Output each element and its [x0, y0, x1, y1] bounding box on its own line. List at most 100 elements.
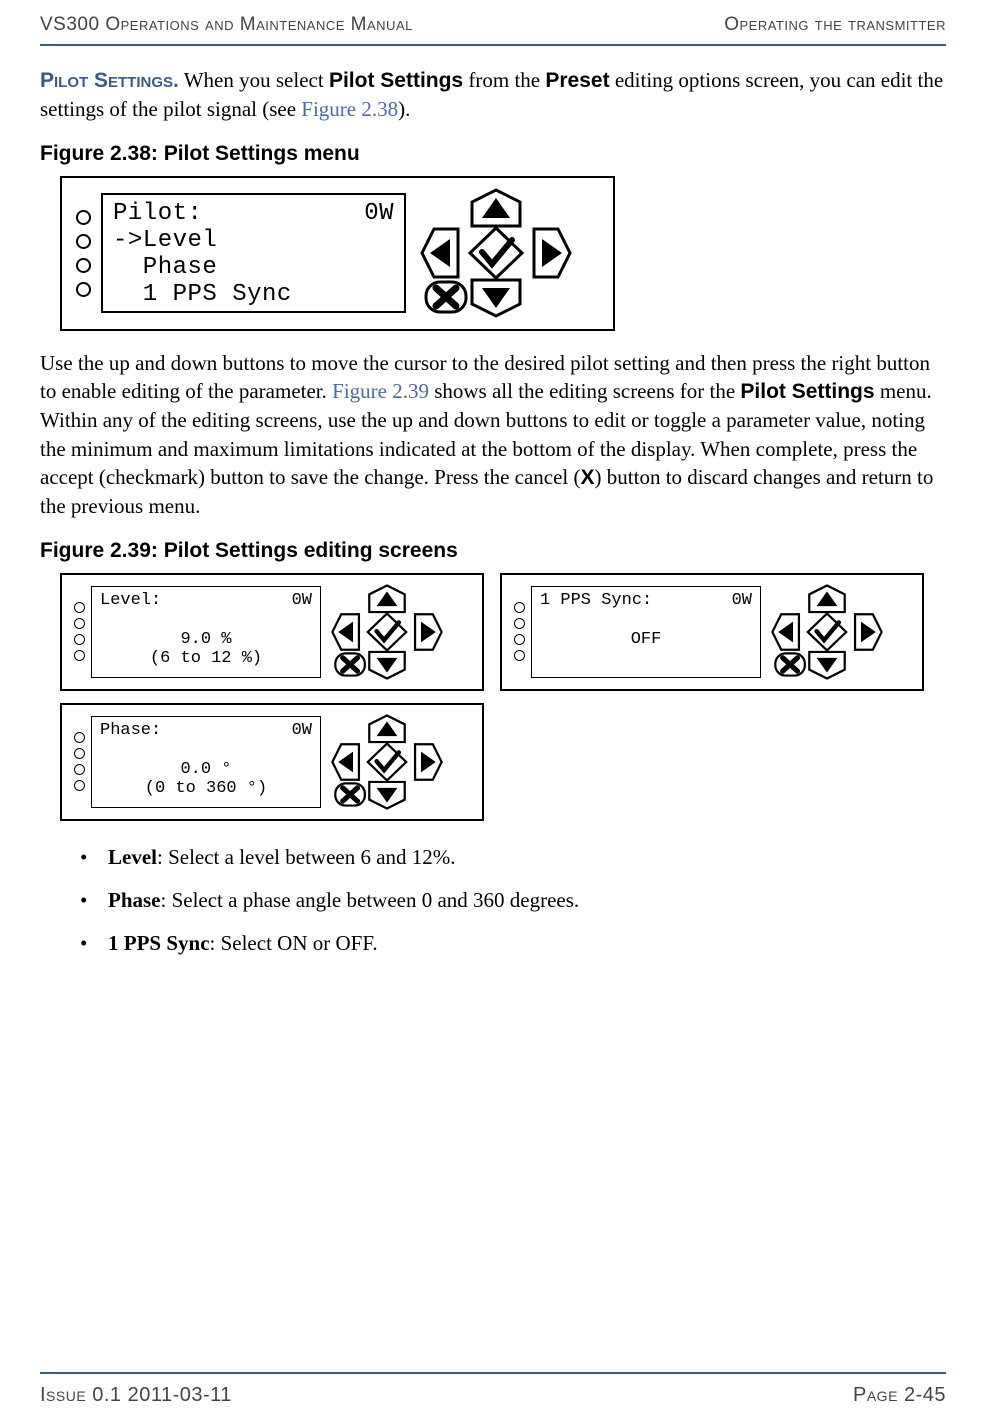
- led-icon: [514, 634, 525, 645]
- up-button[interactable]: [472, 190, 520, 226]
- down-button[interactable]: [369, 652, 404, 679]
- text: ).: [398, 97, 410, 121]
- cancel-button[interactable]: [775, 653, 805, 675]
- led-icon: [74, 650, 85, 661]
- led-icon: [514, 650, 525, 661]
- up-button[interactable]: [369, 715, 404, 742]
- bullet-icon: •: [80, 931, 108, 956]
- lcd-range: (6 to 12 %): [100, 649, 312, 669]
- bullet-term: Phase: [108, 888, 161, 912]
- lcd-line: 1 PPS Sync: [113, 282, 394, 309]
- bullet-phase: • Phase: Select a phase angle between 0 …: [80, 888, 946, 913]
- accept-button[interactable]: [368, 613, 406, 650]
- led-icon: [74, 748, 85, 759]
- accept-button[interactable]: [808, 613, 846, 650]
- text: shows all the editing screens for the: [429, 379, 740, 403]
- right-button[interactable]: [415, 744, 442, 779]
- figure-238-caption: Figure 2.38: Pilot Settings menu: [40, 142, 946, 166]
- pps-sync-screen-device: 1 PPS Sync:0W OFF: [500, 573, 924, 691]
- led-icon: [74, 634, 85, 645]
- bullet-term: 1 PPS Sync: [108, 931, 210, 955]
- status-leds: [510, 602, 525, 661]
- page-content: Pilot Settings. When you select Pilot Se…: [40, 46, 946, 956]
- xref-figure-239[interactable]: Figure 2.39: [332, 379, 429, 403]
- led-icon: [76, 282, 91, 297]
- lcd-power: 0W: [292, 721, 312, 741]
- footer-issue-date: Issue 0.1 2011-03-11: [40, 1384, 232, 1407]
- bullet-icon: •: [80, 845, 108, 870]
- lcd-screen: 1 PPS Sync:0W OFF: [531, 586, 761, 678]
- xref-figure-238[interactable]: Figure 2.38: [301, 97, 398, 121]
- led-icon: [76, 258, 91, 273]
- lcd-line: Pilot:0W: [113, 201, 394, 228]
- cancel-button[interactable]: [335, 653, 365, 675]
- up-button[interactable]: [369, 585, 404, 612]
- status-leds: [72, 210, 91, 297]
- led-icon: [74, 764, 85, 775]
- up-button[interactable]: [809, 585, 844, 612]
- text: from the: [463, 68, 545, 92]
- cancel-x-glyph: X: [581, 466, 595, 489]
- lcd-line: Phase: [113, 255, 394, 282]
- bullet-level: • Level: Select a level between 6 and 12…: [80, 845, 946, 870]
- left-button[interactable]: [332, 614, 359, 649]
- page-header: VS300 Operations and Maintenance Manual …: [40, 0, 946, 46]
- led-icon: [76, 234, 91, 249]
- header-manual-title: VS300 Operations and Maintenance Manual: [40, 14, 413, 36]
- led-icon: [74, 780, 85, 791]
- led-icon: [514, 602, 525, 613]
- led-icon: [74, 618, 85, 629]
- left-button[interactable]: [772, 614, 799, 649]
- bullet-desc: : Select a phase angle between 0 and 360…: [161, 888, 580, 912]
- lcd-line: ->Level: [113, 228, 394, 255]
- bullet-term: Level: [108, 845, 157, 869]
- dpad-controls: [327, 584, 447, 680]
- status-leds: [70, 732, 85, 791]
- led-icon: [514, 618, 525, 629]
- down-button[interactable]: [809, 652, 844, 679]
- figure-239-row2: Phase: 0W 0.0 ° (0 to 360 °): [60, 703, 946, 821]
- lcd-power: 0W: [292, 591, 312, 611]
- lcd-value: 0.0 °: [100, 760, 312, 780]
- dpad-controls: [767, 584, 887, 680]
- text: When you select: [179, 68, 329, 92]
- level-screen-device: Level:0W 9.0 % (6 to 12 %): [60, 573, 484, 691]
- bold-pilot-settings: Pilot Settings: [740, 380, 874, 403]
- figure-239-caption: Figure 2.39: Pilot Settings editing scre…: [40, 539, 946, 563]
- footer-page-number: Page 2-45: [853, 1384, 946, 1407]
- lcd-title: Phase:: [100, 721, 161, 741]
- right-button[interactable]: [534, 229, 570, 277]
- right-button[interactable]: [855, 614, 882, 649]
- dpad-controls: [327, 714, 447, 810]
- pilot-settings-intro: Pilot Settings. When you select Pilot Se…: [40, 66, 946, 124]
- accept-button[interactable]: [470, 228, 522, 278]
- pilot-settings-usage: Use the up and down buttons to move the …: [40, 349, 946, 521]
- left-button[interactable]: [332, 744, 359, 779]
- bullet-pps: • 1 PPS Sync: Select ON or OFF.: [80, 931, 946, 956]
- right-button[interactable]: [415, 614, 442, 649]
- lcd-screen: Phase: 0W 0.0 ° (0 to 360 °): [91, 716, 321, 808]
- led-icon: [74, 602, 85, 613]
- bullet-icon: •: [80, 888, 108, 913]
- header-chapter-title: Operating the transmitter: [724, 14, 946, 36]
- dpad-controls: [416, 188, 576, 318]
- bullet-desc: : Select ON or OFF.: [210, 931, 378, 955]
- lcd-range: (0 to 360 °): [100, 779, 312, 799]
- status-leds: [70, 602, 85, 661]
- lcd-title: Pilot:: [113, 201, 202, 228]
- led-icon: [74, 732, 85, 743]
- pilot-settings-heading: Pilot Settings.: [40, 69, 179, 92]
- settings-bullet-list: • Level: Select a level between 6 and 12…: [80, 845, 946, 956]
- lcd-value: 9.0 %: [100, 630, 312, 650]
- cancel-button[interactable]: [335, 783, 365, 805]
- bullet-desc: : Select a level between 6 and 12%.: [157, 845, 456, 869]
- bold-pilot-settings: Pilot Settings: [329, 69, 463, 92]
- figure-238-device: Pilot:0W ->Level Phase 1 PPS Sync: [60, 176, 615, 331]
- figure-239-row1: Level:0W 9.0 % (6 to 12 %): [60, 573, 946, 691]
- lcd-power: 0W: [732, 591, 752, 611]
- down-button[interactable]: [472, 280, 520, 316]
- cancel-button[interactable]: [426, 282, 466, 312]
- accept-button[interactable]: [368, 743, 406, 780]
- left-button[interactable]: [422, 229, 458, 277]
- down-button[interactable]: [369, 782, 404, 809]
